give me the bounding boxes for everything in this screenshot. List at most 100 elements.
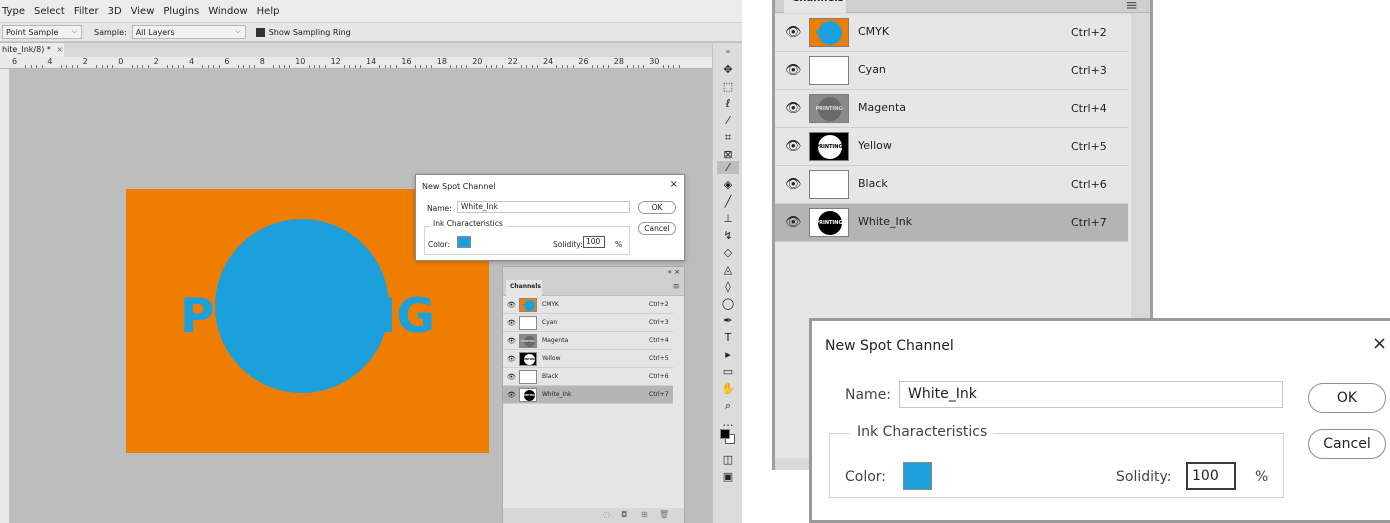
brush-tool-icon[interactable]: ╱ [721,195,735,208]
channel-row-cmyk[interactable]: 👁 PRINTING CMYK Ctrl+2 [775,14,1128,52]
channel-name: Black [542,373,559,380]
channel-row-magenta[interactable]: 👁 PRINTING Magenta Ctrl+4 [503,332,673,350]
dialog-title: New Spot Channel [825,338,954,354]
cancel-button[interactable]: Cancel [1308,429,1386,459]
document-tab[interactable]: hite_Ink/8) * × [0,43,64,57]
sample-size-select[interactable]: Point Sample ⌵ [2,25,82,39]
color-swatches[interactable] [720,429,736,445]
eraser-tool-icon[interactable]: ◇ [721,246,735,259]
ruler-label: 2 [82,57,88,66]
solidity-input[interactable]: 100 [583,236,605,248]
blur-tool-icon[interactable]: ◊ [721,280,735,293]
menu-plugins[interactable]: Plugins [163,6,199,17]
ruler-tick [289,65,291,68]
quick-mask-icon[interactable]: ◫ [721,453,735,466]
load-selection-icon[interactable]: ◌ [603,510,610,519]
new-channel-icon[interactable]: ⊞ [641,510,648,519]
channel-row-white_ink[interactable]: 👁 PRINTING White_Ink Ctrl+7 [775,204,1128,242]
channel-row-magenta[interactable]: 👁 PRINTING Magenta Ctrl+4 [775,90,1128,128]
paint-bucket-tool-icon[interactable]: ◬ [721,263,735,276]
channel-row-yellow[interactable]: 👁 PRINTING Yellow Ctrl+5 [775,128,1128,166]
channel-row-black[interactable]: 👁 Black Ctrl+6 [503,368,673,386]
frame-tool-icon[interactable]: ⊠ [721,148,735,161]
menu-help[interactable]: Help [257,6,280,17]
ink-color-swatch[interactable] [903,462,932,490]
eye-icon[interactable]: 👁 [785,101,802,116]
collapse-icon[interactable]: » [721,45,735,58]
close-tab-icon[interactable]: × [56,45,63,54]
menu-type[interactable]: Type [2,6,25,17]
hand-tool-icon[interactable]: ✋ [721,382,735,395]
panel-menu-icon[interactable]: ≡ [672,282,680,292]
menu-filter[interactable]: Filter [74,6,99,17]
channel-name: Yellow [858,139,892,152]
channel-row-black[interactable]: 👁 Black Ctrl+6 [775,166,1128,204]
close-icon[interactable]: × [1372,333,1387,354]
menu-window[interactable]: Window [208,6,247,17]
menu-select[interactable]: Select [34,6,65,17]
channel-row-cyan[interactable]: 👁 Cyan Ctrl+3 [503,314,673,332]
menu-3d[interactable]: 3D [108,6,122,17]
healing-brush-tool-icon[interactable]: ◈ [721,178,735,191]
ruler-tick [137,65,138,68]
channel-row-cmyk[interactable]: 👁 PRINTING CMYK Ctrl+2 [503,296,673,314]
panel-menu-icon[interactable]: ≡ [1125,0,1138,14]
rectangle-tool-icon[interactable]: ▭ [721,365,735,378]
foreground-color-swatch[interactable] [720,429,730,439]
more-tools-icon[interactable]: … [721,416,735,429]
type-tool-icon[interactable]: T [721,331,735,344]
eye-icon[interactable]: 👁 [785,63,802,78]
pen-tool-icon[interactable]: ✒ [721,314,735,327]
lasso-tool-icon[interactable]: ℓ [721,97,735,110]
eye-icon[interactable]: 👁 [785,25,802,40]
eye-icon[interactable]: 👁 [785,177,802,192]
ruler-tick [177,65,179,68]
path-selection-tool-icon[interactable]: ▸ [721,348,735,361]
trash-icon[interactable]: 🗑 [659,510,669,519]
name-input[interactable]: White_Ink [457,201,630,213]
marquee-tool-icon[interactable]: ⬚ [721,80,735,93]
eye-icon[interactable]: 👁 [785,215,802,230]
sampling-ring-checkbox[interactable] [255,27,265,37]
sample-layers-select[interactable]: All Layers ⌵ [131,25,246,39]
solidity-input[interactable]: 100 [1186,462,1236,490]
eyedropper-tool-icon[interactable]: ⁄ [717,161,739,174]
ink-color-swatch[interactable] [457,236,471,248]
eye-icon[interactable]: 👁 [507,319,516,327]
screen-mode-icon[interactable]: ▣ [721,470,735,483]
tab-channels[interactable]: Channels [784,0,846,13]
ruler-tick [450,65,452,68]
channel-row-white_ink[interactable]: 👁 PRINTING White_Ink Ctrl+7 [503,386,673,404]
ruler-tick [314,65,315,68]
channel-row-yellow[interactable]: 👁 PRINTING Yellow Ctrl+5 [503,350,673,368]
cancel-button[interactable]: Cancel [638,222,676,235]
ruler-tick [172,65,174,68]
menu-view[interactable]: View [131,6,155,17]
history-brush-tool-icon[interactable]: ↯ [721,229,735,242]
channel-shortcut: Ctrl+3 [1071,64,1107,77]
crop-tool-icon[interactable]: ⌗ [721,131,735,144]
ok-button[interactable]: OK [638,201,676,214]
eye-icon[interactable]: 👁 [507,355,516,363]
save-selection-icon[interactable]: ◘ [621,510,627,519]
ok-button[interactable]: OK [1308,383,1386,413]
panel-collapse-icon[interactable]: « × [503,267,684,278]
magic-wand-tool-icon[interactable]: ⁄ [721,114,735,127]
eye-icon[interactable]: 👁 [507,391,516,399]
tab-channels[interactable]: Channels [506,280,542,297]
move-tool-icon[interactable]: ✥ [721,63,735,76]
clone-stamp-tool-icon[interactable]: ⊥ [721,212,735,225]
ruler-label: 22 [507,57,518,66]
channel-row-cyan[interactable]: 👁 Cyan Ctrl+3 [775,52,1128,90]
ruler-tick [567,65,569,68]
eye-icon[interactable]: 👁 [507,301,516,309]
dodge-tool-icon[interactable]: ◯ [721,297,735,310]
zoom-tool-icon[interactable]: ⌕ [721,399,735,412]
panel-footer: ◌ ◘ ⊞ 🗑 [503,508,684,523]
vertical-ruler [0,69,10,523]
close-icon[interactable]: × [670,179,678,190]
eye-icon[interactable]: 👁 [785,139,802,154]
eye-icon[interactable]: 👁 [507,373,516,381]
name-input[interactable]: White_Ink [899,381,1283,408]
eye-icon[interactable]: 👁 [507,337,516,345]
